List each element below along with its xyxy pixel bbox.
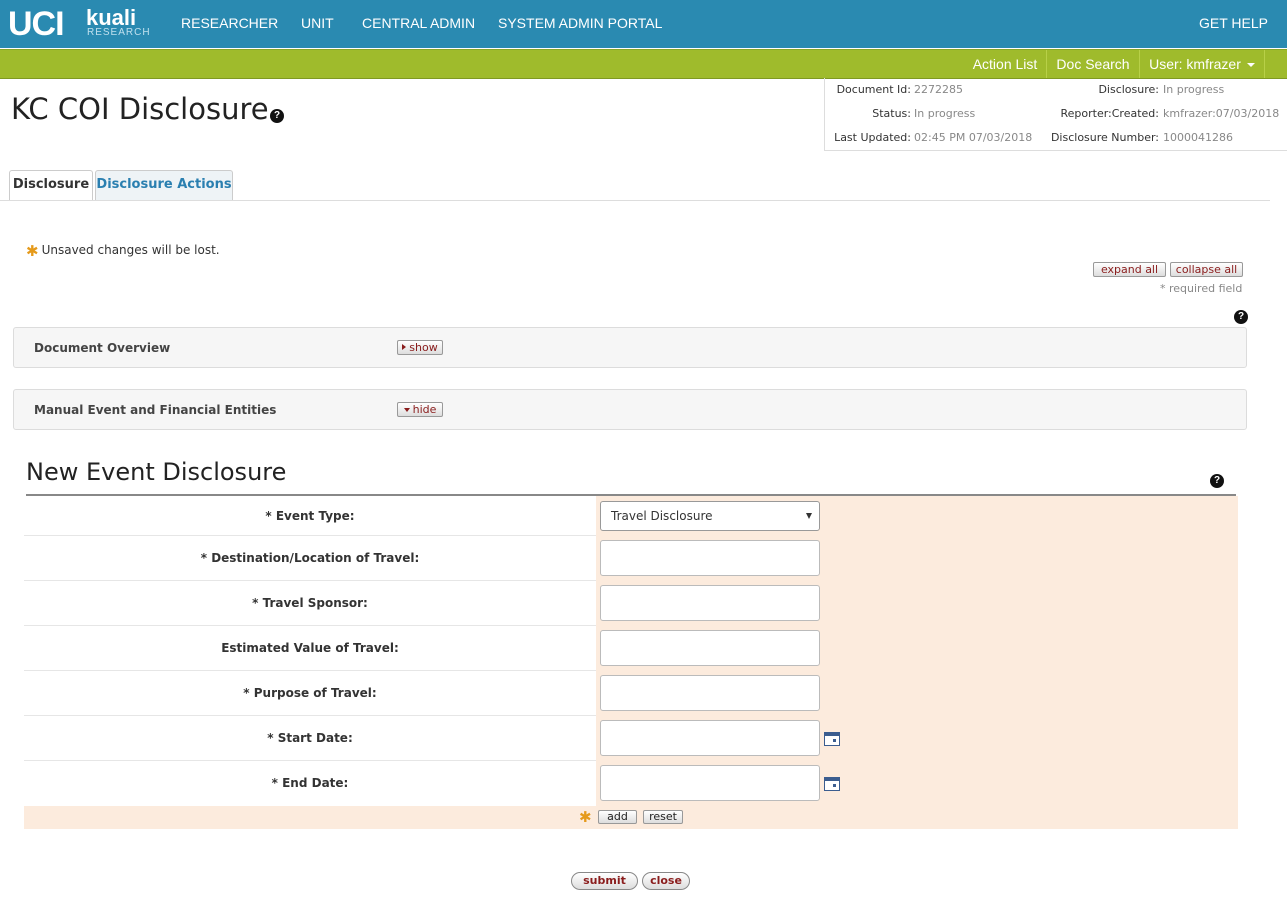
estimated-value-label: Estimated Value of Travel: (221, 641, 399, 655)
nav-get-help[interactable]: GET HELP (1199, 15, 1268, 31)
start-date-input[interactable] (600, 720, 820, 756)
nav-system-admin-portal[interactable]: SYSTEM ADMIN PORTAL (498, 15, 662, 31)
disclosure-number-value: 1000041286 (1163, 131, 1233, 144)
manual-event-panel: Manual Event and Financial Entities hide (13, 389, 1247, 430)
section-title: New Event Disclosure (26, 458, 287, 486)
add-button[interactable]: add (598, 810, 637, 824)
triangle-down-icon (403, 408, 410, 412)
document-info-box: Document Id: 2272285 Disclosure: In prog… (824, 78, 1287, 151)
row-divider (24, 625, 596, 626)
travel-sponsor-input[interactable] (600, 585, 820, 621)
asterisk-icon: ✱ (579, 808, 592, 826)
reporter-created-value: kmfrazer:07/03/2018 (1163, 107, 1280, 120)
hide-toggle-button[interactable]: hide (397, 402, 443, 417)
event-type-label: * Event Type: (265, 509, 355, 523)
help-icon[interactable]: ? (1210, 474, 1224, 488)
row-divider (24, 760, 596, 761)
expand-all-button[interactable]: expand all (1093, 262, 1166, 277)
estimated-value-input[interactable] (600, 630, 820, 666)
dropdown-arrow-icon (806, 513, 812, 519)
document-id-value: 2272285 (914, 83, 963, 96)
help-icon[interactable]: ? (1234, 310, 1248, 324)
reporter-created-label: Reporter:Created: (1060, 107, 1159, 120)
nav-researcher[interactable]: RESEARCHER (181, 15, 278, 31)
last-updated-label: Last Updated: (834, 131, 911, 144)
calendar-icon[interactable] (824, 777, 840, 791)
caret-down-icon (1246, 63, 1255, 68)
panel-title: Manual Event and Financial Entities (34, 403, 277, 417)
top-nav-bar: UCI kuali RESEARCH RESEARCHER UNIT CENTR… (0, 0, 1287, 48)
hide-toggle-label: hide (412, 403, 437, 416)
row-divider (24, 670, 596, 671)
destination-label: * Destination/Location of Travel: (200, 551, 420, 565)
row-divider (24, 535, 596, 536)
disclosure-status-value: In progress (1163, 83, 1225, 96)
status-label: Status: (872, 107, 911, 120)
asterisk-icon: ✱ (26, 242, 39, 260)
document-id-label: Document Id: (836, 83, 911, 96)
start-date-label: * Start Date: (267, 731, 353, 745)
user-menu[interactable]: User: kmfrazer (1140, 50, 1264, 78)
unsaved-changes-notice: ✱ Unsaved changes will be lost. (26, 242, 220, 260)
disclosure-number-label: Disclosure Number: (1050, 131, 1159, 144)
nav-unit[interactable]: UNIT (301, 15, 334, 31)
subnav-divider (1264, 50, 1265, 78)
end-date-label: * End Date: (271, 776, 349, 790)
submit-button[interactable]: submit (571, 872, 638, 890)
tab-divider (0, 200, 1270, 201)
purpose-label: * Purpose of Travel: (243, 686, 377, 700)
doc-search-link[interactable]: Doc Search (1047, 50, 1139, 78)
help-icon[interactable]: ? (270, 109, 284, 123)
panel-title: Document Overview (34, 341, 171, 355)
logo-uci-text: UCI (8, 5, 65, 43)
last-updated-value: 02:45 PM 07/03/2018 (914, 131, 1033, 144)
disclosure-status-label: Disclosure: (1098, 83, 1159, 96)
show-toggle-button[interactable]: show (397, 340, 443, 355)
nav-central-admin[interactable]: CENTRAL ADMIN (362, 15, 475, 31)
row-divider (24, 715, 596, 716)
required-field-note: * required field (1160, 282, 1243, 295)
destination-input[interactable] (600, 540, 820, 576)
triangle-right-icon (402, 344, 407, 350)
row-divider (24, 580, 596, 581)
page-title: KC COI Disclosure (11, 92, 269, 126)
calendar-icon[interactable] (824, 732, 840, 746)
event-type-select[interactable]: Travel Disclosure (600, 501, 820, 531)
purpose-input[interactable] (600, 675, 820, 711)
show-toggle-label: show (409, 341, 438, 354)
unsaved-changes-text: Unsaved changes will be lost. (41, 243, 220, 257)
tab-disclosure[interactable]: Disclosure (9, 170, 93, 201)
sub-nav-bar: Action List Doc Search User: kmfrazer (0, 49, 1287, 79)
event-type-selected: Travel Disclosure (611, 509, 713, 523)
close-button[interactable]: close (642, 872, 690, 890)
logo-research-text: RESEARCH (87, 27, 151, 38)
reset-button[interactable]: reset (643, 810, 683, 824)
status-value: In progress (914, 107, 976, 120)
travel-sponsor-label: * Travel Sponsor: (252, 596, 368, 610)
tab-disclosure-actions[interactable]: Disclosure Actions (95, 170, 233, 200)
action-list-link[interactable]: Action List (964, 50, 1046, 78)
document-overview-panel: Document Overview show (13, 327, 1247, 368)
user-menu-label: User: kmfrazer (1149, 56, 1241, 72)
end-date-input[interactable] (600, 765, 820, 801)
collapse-all-button[interactable]: collapse all (1170, 262, 1243, 277)
